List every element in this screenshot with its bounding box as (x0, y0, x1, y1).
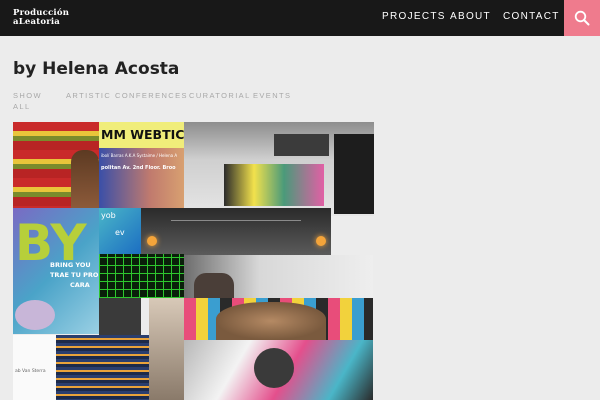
project-tile-dark-screen[interactable] (99, 298, 141, 335)
nav-about[interactable]: ABOUT (450, 11, 491, 22)
project-tile-gallery[interactable] (184, 255, 373, 298)
webtics-caption: MM WEBTICS (101, 127, 184, 142)
project-tile-stripes[interactable] (56, 335, 149, 400)
poster-sub: TRAE TU PRO (50, 271, 99, 279)
project-tile-yob[interactable]: yob ev (99, 208, 141, 254)
project-tile-screen-caption[interactable]: ab Van Sterra (13, 335, 56, 400)
project-tile-performance[interactable] (149, 298, 184, 400)
webtics-sub: ibolí Barras A.K.A Systaime / Helena A (101, 153, 178, 158)
filter-events[interactable]: EVENTS (253, 91, 291, 100)
logo-line-2: aLeatoria (13, 16, 61, 27)
project-tile-cat[interactable] (184, 298, 373, 340)
site-header: Producción aLeatoria PROJECTS ABOUT CONT… (0, 0, 600, 36)
project-tile-installation[interactable] (184, 122, 374, 216)
page-title: by Helena Acosta (13, 59, 180, 79)
project-tile-by-poster[interactable]: BY BRING YOU TRAE TU PRO CARA (13, 208, 99, 334)
poster-caption: BRING YOU (50, 261, 91, 269)
filter-show[interactable]: SHOW (13, 91, 42, 100)
screen-caption: ab Van Sterra (15, 369, 46, 374)
filter-all[interactable]: ALL (13, 102, 31, 111)
project-tile-green-grid[interactable] (99, 254, 184, 298)
webtics-sub2: politan Av. 2nd Floor. Broo (101, 165, 176, 171)
filter-conferences[interactable]: CONFERENCES (115, 91, 188, 100)
project-tile-event-hall[interactable] (141, 208, 331, 255)
nav-projects[interactable]: PROJECTS (382, 11, 446, 22)
project-tile-cans[interactable] (13, 122, 99, 208)
yob-sub: ev (115, 228, 125, 237)
project-tile-webtics[interactable]: MM WEBTICS ibolí Barras A.K.A Systaime /… (99, 122, 184, 208)
nav-contact[interactable]: CONTACT (503, 11, 560, 22)
filter-curatorial[interactable]: CURATORIAL (189, 91, 251, 100)
project-tile-neon-collage[interactable] (184, 340, 373, 400)
search-button[interactable] (564, 0, 600, 36)
poster-sub2: CARA (70, 281, 90, 289)
site-logo[interactable]: Producción aLeatoria (13, 9, 85, 26)
yob-caption: yob (101, 211, 116, 220)
filter-artistic[interactable]: ARTISTIC (66, 91, 111, 100)
search-icon (574, 10, 590, 26)
